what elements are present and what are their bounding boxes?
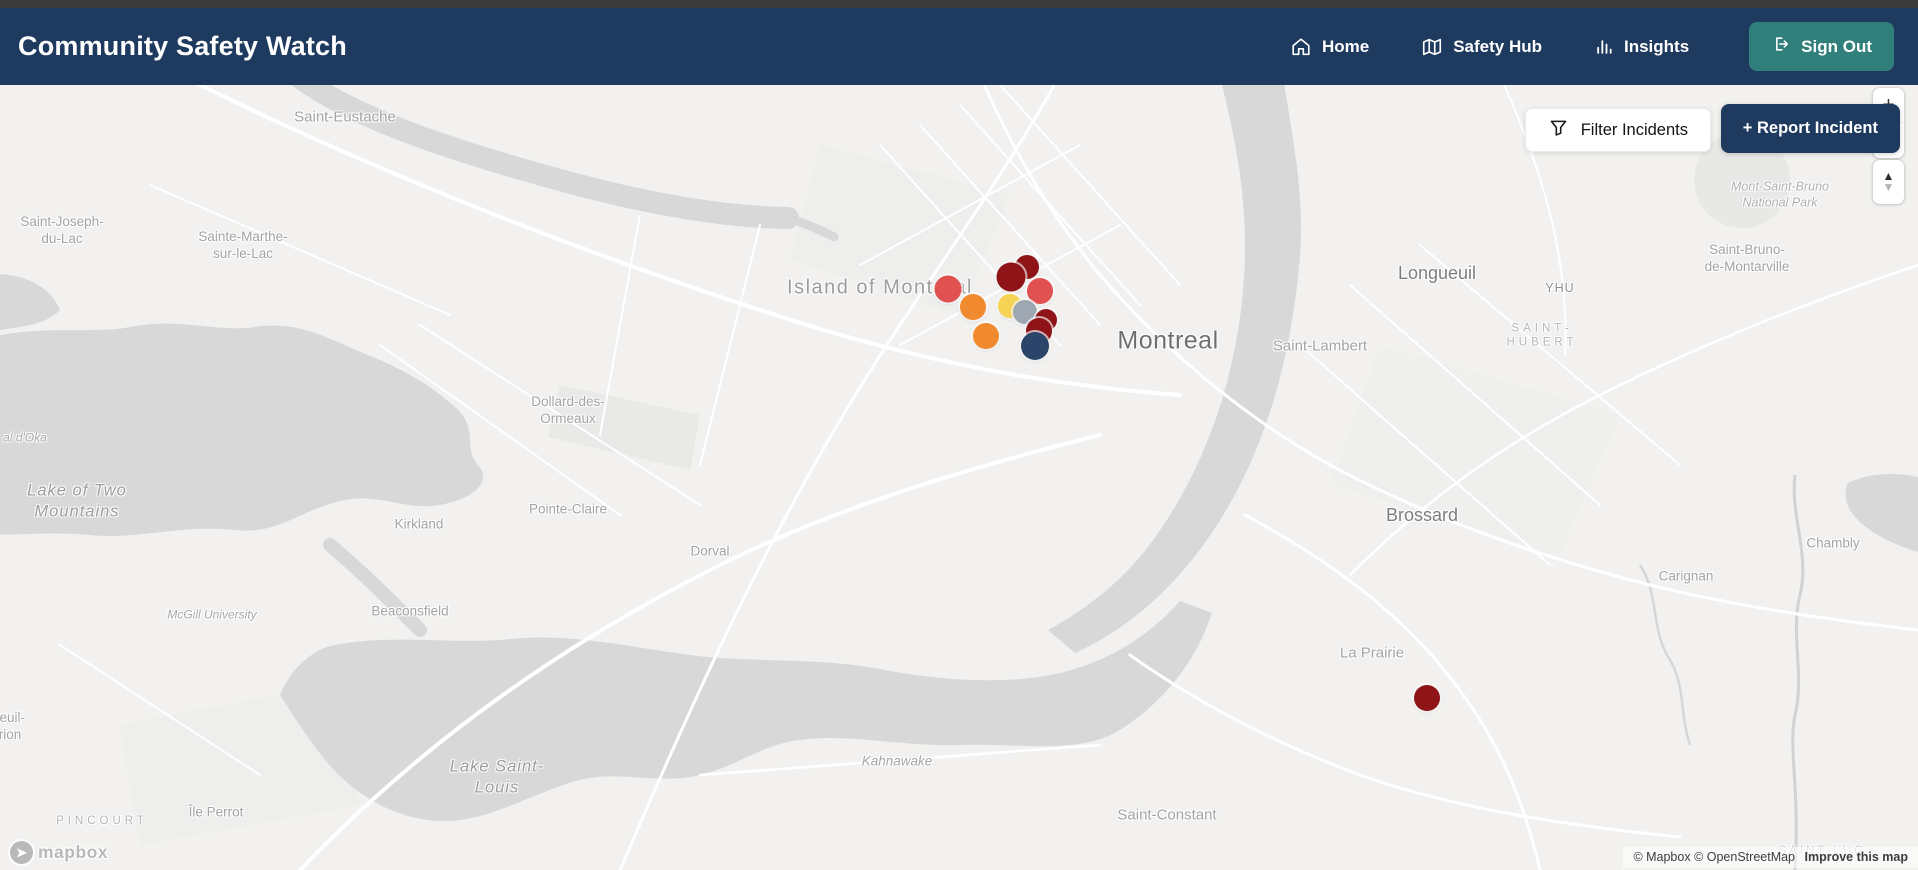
map-place-label: Montreal [1117,326,1219,355]
report-incident-label: + Report Incident [1742,119,1878,137]
compass-control[interactable]: ▲ ▼ [1873,160,1904,204]
bar-chart-icon [1594,37,1614,57]
map-place-label: Beaconsfield [371,603,449,619]
map-place-label: Lake of Two Mountains [27,481,127,520]
map-place-label: Longueuil [1397,262,1477,283]
nav-item-safety-hub[interactable]: Safety Hub [1421,36,1542,58]
nav-label: Home [1321,36,1370,56]
map-place-label: Sainte-Marthe- sur-le-Lac [198,229,288,261]
map-canvas[interactable]: Saint-Eustache Saint-Joseph- du-Lac Sainte… [0,85,1918,870]
sign-out-icon [1771,34,1791,59]
osm-copyright-link[interactable]: © OpenStreetMap [1694,850,1795,864]
incident-marker-darkred[interactable] [1414,685,1440,711]
map-place-label: Saint-Joseph- du-Lac [20,214,104,246]
nav-label: Safety Hub [1453,36,1542,56]
map-attribution: © Mapbox © OpenStreetMap Improve this ma… [1623,847,1918,868]
compass-down-icon: ▼ [1882,180,1895,194]
incident-marker-red[interactable] [934,275,962,303]
map-place-label: Île Perrot [188,804,244,820]
incident-marker-orange[interactable] [973,323,999,349]
map-place-label: Dollard-des- Ormeaux [531,394,605,426]
map-place-label: Saint-Constant [1117,806,1217,824]
mapbox-pin-icon: ➤ [10,841,33,864]
map-place-label: PINCOURT [56,814,148,827]
incident-marker-red[interactable] [1027,278,1053,304]
map-place-label: Lake Saint- Louis [449,757,545,796]
filter-funnel-icon [1548,117,1569,143]
map-place-label: Dorval [690,543,730,559]
map-place-label: Mont-Saint-Bruno National Park [1731,179,1829,209]
page-title: Community Safety Watch [18,31,347,61]
main-nav: Home Safety Hub Insights Sign Out [1290,22,1894,71]
filter-incidents-button[interactable]: Filter Incidents [1524,108,1711,152]
map-place-label: SAINT- HUBERT [1506,322,1578,349]
incident-marker-orange[interactable] [960,294,986,320]
map-place-label: Saint-Bruno- de-Montarville [1704,242,1790,274]
mapbox-copyright-link[interactable]: © Mapbox [1633,850,1690,864]
sign-out-button[interactable]: Sign Out [1749,22,1894,71]
home-icon [1290,36,1312,58]
map-place-label: La Prairie [1339,644,1405,662]
nav-item-home[interactable]: Home [1290,36,1369,58]
improve-map-link[interactable]: Improve this map [1805,850,1909,864]
nav-item-insights[interactable]: Insights [1594,37,1689,57]
map-icon [1421,36,1443,58]
map-place-label: Brossard [1385,504,1459,525]
map-place-label: YHU [1545,281,1575,296]
incident-marker-navy[interactable] [1021,332,1049,360]
map-place-label: Kahnawake [861,753,933,769]
map-place-label: Saint-Eustache [294,108,396,126]
nav-label: Insights [1624,36,1690,56]
filter-incidents-label: Filter Incidents [1580,120,1688,139]
map-place-label: McGill University [167,607,257,622]
map-place-label: Saint-Lambert [1272,337,1368,355]
sign-out-label: Sign Out [1801,36,1872,56]
mapbox-wordmark: mapbox [38,842,109,862]
map-place-label: reuil- rion [0,710,26,742]
top-strip [0,0,1918,8]
app-header: Community Safety Watch Home Safety Hub I… [0,8,1918,85]
incident-marker-darkred[interactable] [996,262,1026,292]
map-basemap [0,85,1918,870]
map-place-label: Chambly [1806,535,1860,551]
mapbox-logo[interactable]: ➤ mapbox [10,841,108,864]
map-place-label: al d'Oka [3,430,47,445]
report-incident-button[interactable]: + Report Incident [1720,104,1900,153]
map-place-label: Carignan [1658,568,1714,584]
map-place-label: Kirkland [394,516,444,532]
map-place-label: Pointe-Claire [528,501,608,517]
